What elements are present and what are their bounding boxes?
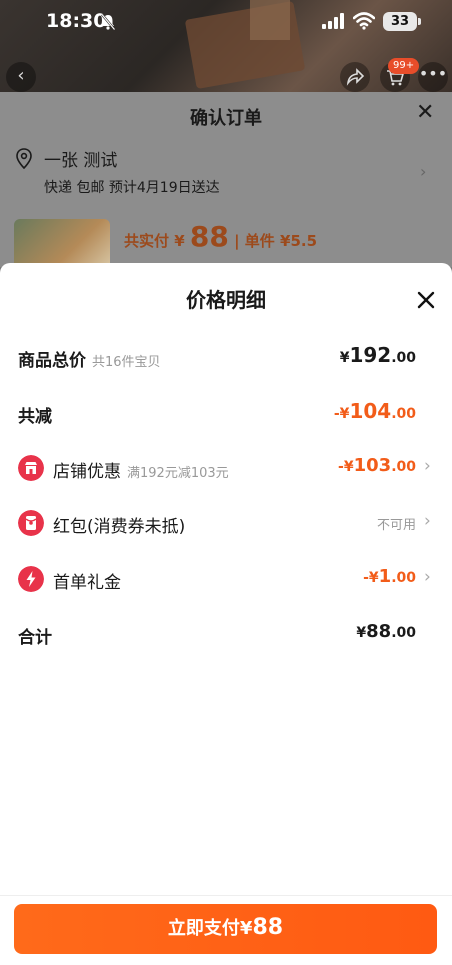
row-label: 红包(消费券未抵) — [53, 517, 186, 537]
pay-amount: 88 — [252, 915, 284, 940]
order-close-button[interactable]: ✕ — [416, 100, 434, 125]
paid-amount: 88 — [189, 220, 229, 253]
lightning-icon — [18, 566, 44, 592]
share-icon — [346, 68, 365, 86]
row-sub: 共16件宝贝 — [92, 355, 161, 370]
modal-title: 价格明细 — [186, 288, 266, 312]
recipient-name[interactable]: 一张 测试 — [44, 146, 117, 171]
chevron-right-icon: › — [424, 511, 431, 531]
pay-currency: ¥ — [239, 918, 253, 939]
amount-dec: .00 — [391, 459, 416, 475]
bell-muted-icon — [101, 13, 116, 31]
amount-int: 192 — [349, 343, 392, 367]
amount-int: 103 — [353, 455, 392, 476]
chevron-right-icon: › — [424, 567, 431, 587]
price-row-total-discount: 共减 -¥104.00 — [0, 399, 452, 429]
price-row-red-packet[interactable]: 红包(消费券未抵) 不可用 › — [0, 509, 452, 539]
amount-dec: .00 — [391, 406, 416, 422]
more-icon: ••• — [418, 64, 448, 83]
row-label-text: 店铺优惠 — [53, 462, 121, 482]
total-discount-value: -¥104.00 — [334, 399, 416, 423]
row-label-text: 商品总价 — [18, 351, 86, 371]
paid-label: 共实付 ¥ — [124, 232, 185, 250]
price-row-first-order-gift[interactable]: 首单礼金 -¥1.00 › — [0, 565, 452, 595]
close-icon: ✕ — [416, 100, 435, 125]
red-packet-icon — [18, 510, 44, 536]
location-pin-icon — [16, 148, 32, 170]
more-button[interactable]: ••• — [418, 62, 448, 92]
row-label: 首单礼金 — [53, 573, 121, 593]
unit-price: | 单件 ¥5.5 — [234, 232, 318, 250]
price-row-subtotal: 商品总价 共16件宝贝 ¥192.00 — [0, 343, 452, 373]
share-button[interactable] — [340, 62, 370, 92]
back-button[interactable]: ‹ — [6, 62, 36, 92]
chevron-right-icon: › — [424, 456, 431, 476]
pay-label: 立即支付 — [167, 918, 240, 939]
close-icon[interactable] — [416, 290, 436, 310]
status-bar: 18:30 33 — [0, 0, 452, 44]
signal-icon — [322, 13, 344, 29]
amount-int: 104 — [349, 399, 392, 423]
battery-icon: 33 — [383, 12, 421, 31]
pay-now-button[interactable]: 立即支付¥88 — [14, 904, 437, 954]
shop-icon — [18, 455, 44, 481]
amount-dec: .00 — [391, 570, 416, 586]
currency: ¥ — [339, 350, 350, 366]
address-chevron-icon[interactable]: › — [420, 162, 426, 181]
currency: -¥ — [338, 459, 354, 475]
amount-int: 88 — [366, 621, 392, 642]
price-row-total: 合计 ¥88.00 — [0, 620, 452, 650]
status-time: 18:30 — [46, 10, 107, 32]
row-sub: 满192元减103元 — [127, 466, 229, 481]
row-label: 共减 — [18, 407, 52, 427]
price-row-shop-discount[interactable]: 店铺优惠 满192元减103元 -¥103.00 › — [0, 454, 452, 484]
product-nav-bar: ‹ 99+ ••• — [0, 58, 452, 94]
battery-level: 33 — [390, 14, 410, 29]
row-label: 合计 — [18, 628, 52, 648]
first-order-gift-value: -¥1.00 — [363, 566, 416, 587]
red-packet-status: 不可用 — [376, 518, 416, 533]
currency: -¥ — [333, 406, 350, 422]
order-confirm-title: 确认订单 — [190, 108, 262, 129]
row-label: 店铺优惠 满192元减103元 — [53, 457, 229, 482]
amount-dec: .00 — [391, 625, 416, 641]
total-value: ¥88.00 — [356, 621, 416, 642]
subtotal-value: ¥192.00 — [340, 343, 416, 367]
amount-int: 1 — [378, 566, 392, 587]
cart-count-badge: 99+ — [388, 58, 420, 74]
paid-summary: 共实付 ¥ 88 | 单件 ¥5.5 — [124, 220, 317, 253]
currency: ¥ — [356, 625, 367, 641]
currency: -¥ — [363, 570, 379, 586]
delivery-info: 快递 包邮 预计4月19日送达 — [44, 180, 220, 196]
wifi-icon — [353, 12, 375, 30]
row-label: 商品总价 共16件宝贝 — [18, 346, 161, 371]
amount-dec: .00 — [391, 350, 416, 366]
price-detail-modal: 价格明细 商品总价 共16件宝贝 ¥192.00 共减 -¥104.00 店铺优惠… — [0, 263, 452, 965]
shop-discount-value: -¥103.00 — [338, 455, 416, 476]
